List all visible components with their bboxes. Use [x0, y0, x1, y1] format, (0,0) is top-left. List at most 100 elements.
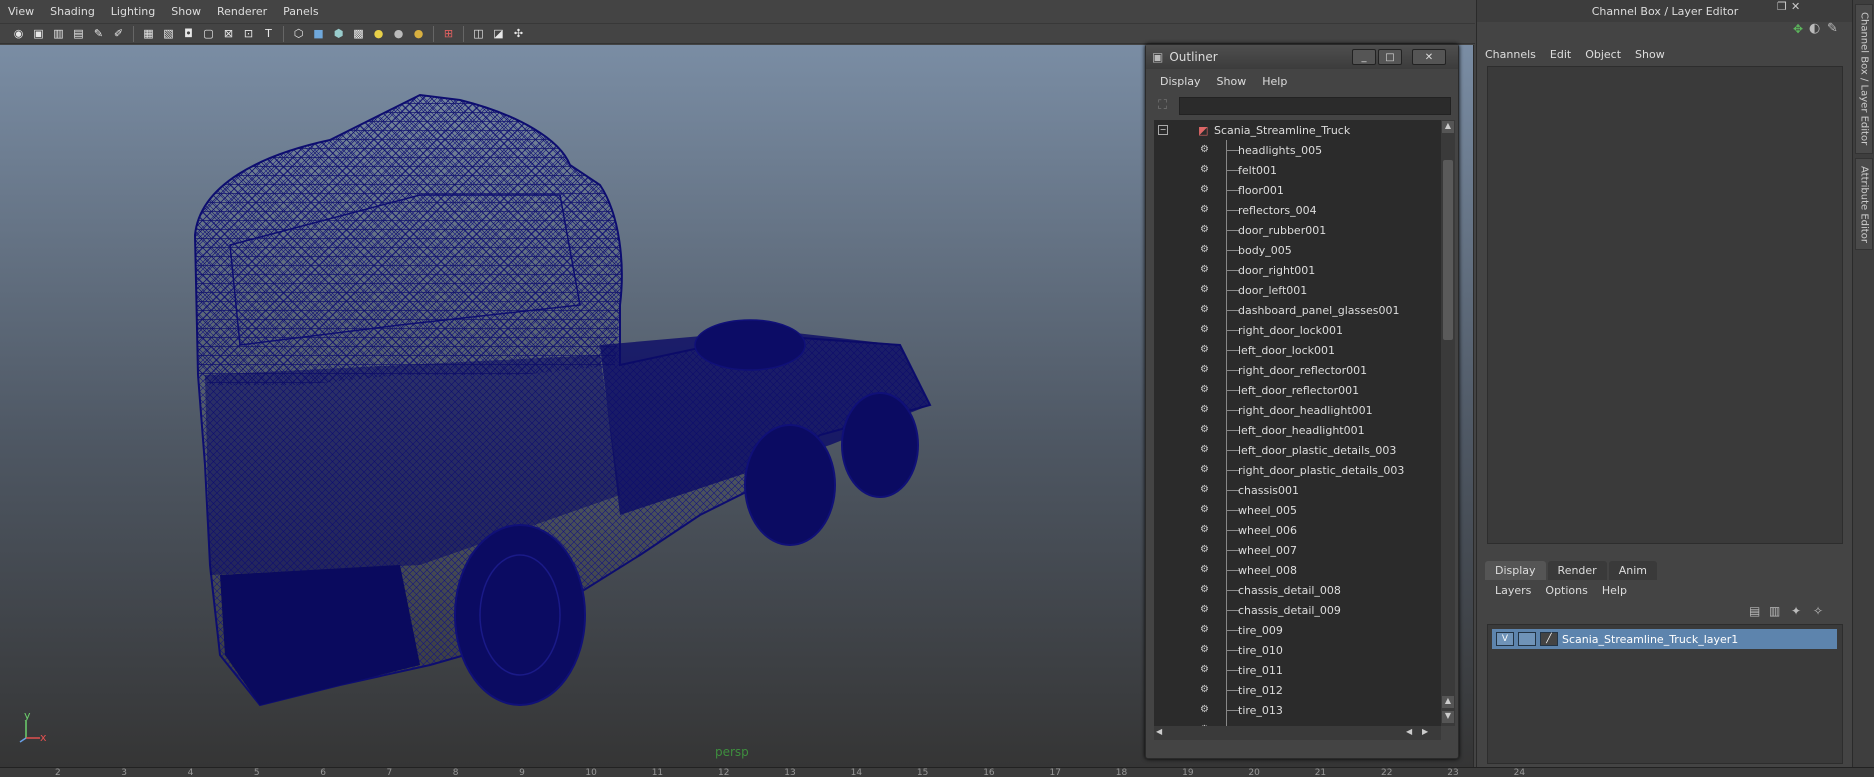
- menu-help[interactable]: Help: [1602, 584, 1627, 597]
- scroll-right-left-icon[interactable]: ◀: [1406, 727, 1418, 739]
- tree-item-row[interactable]: ⚙ tire_013: [1154, 700, 1441, 720]
- isolate-select-icon[interactable]: ⊞: [440, 26, 457, 42]
- menu-panels[interactable]: Panels: [275, 5, 326, 18]
- select-camera-icon[interactable]: ◉: [10, 26, 27, 42]
- collapse-icon[interactable]: −: [1158, 125, 1168, 135]
- tree-item-row[interactable]: ⚙ floor001: [1154, 180, 1441, 200]
- grease-pencil-icon[interactable]: ✐: [110, 26, 127, 42]
- tree-item-row[interactable]: ⚙ body_005: [1154, 240, 1441, 260]
- scroll-left-icon[interactable]: ◀: [1156, 727, 1168, 739]
- tree-item-row[interactable]: ⚙ right_door_headlight001: [1154, 400, 1441, 420]
- wireframe-icon[interactable]: ⬡: [290, 26, 307, 42]
- ambient-occlusion-icon[interactable]: ●: [410, 26, 427, 42]
- scroll-thumb[interactable]: [1443, 160, 1453, 340]
- resolution-gate-icon[interactable]: ◘: [180, 26, 197, 42]
- outliner-filter-input[interactable]: [1179, 97, 1451, 115]
- tree-item-row[interactable]: ⚙ door_left001: [1154, 280, 1441, 300]
- scroll-bottom-icon[interactable]: ▼: [1442, 711, 1454, 723]
- smooth-shade-icon[interactable]: ■: [310, 26, 327, 42]
- safe-action-icon[interactable]: ⊡: [240, 26, 257, 42]
- outliner-tree[interactable]: − ◩ Scania_Streamline_Truck ⚙ headlights_…: [1154, 120, 1441, 726]
- tab-render[interactable]: Render: [1547, 561, 1607, 580]
- tree-item-row[interactable]: ⚙ chassis_detail_009: [1154, 600, 1441, 620]
- tree-item-row[interactable]: ⚙ right_door_lock001: [1154, 320, 1441, 340]
- tab-display[interactable]: Display: [1485, 561, 1546, 580]
- tree-item-row[interactable]: ⚙ left_door_lock001: [1154, 340, 1441, 360]
- tree-item-row[interactable]: ⚙ tire_010: [1154, 640, 1441, 660]
- tab-anim[interactable]: Anim: [1608, 561, 1657, 580]
- scroll-right-icon[interactable]: ▶: [1422, 727, 1434, 739]
- scroll-down-icon[interactable]: ▲: [1442, 696, 1454, 708]
- shadows-icon[interactable]: ●: [390, 26, 407, 42]
- close-button[interactable]: ✕: [1412, 49, 1446, 65]
- xray-active-components-icon[interactable]: ✣: [510, 26, 527, 42]
- menu-lighting[interactable]: Lighting: [103, 5, 163, 18]
- tree-item-row[interactable]: ⚙ door_right001: [1154, 260, 1441, 280]
- menu-edit[interactable]: Edit: [1550, 48, 1571, 61]
- tree-item-row[interactable]: ⚙ wheel_005: [1154, 500, 1441, 520]
- tree-item-row[interactable]: ⚙ tire_009: [1154, 620, 1441, 640]
- tree-item-row[interactable]: ⚙ headlights_005: [1154, 140, 1441, 160]
- tree-item-row[interactable]: ⚙ tire_011: [1154, 660, 1441, 680]
- outliner-horizontal-scrollbar[interactable]: ◀ ◀ ▶: [1154, 726, 1441, 740]
- tree-item-row[interactable]: ⚙ chassis001: [1154, 480, 1441, 500]
- outliner-menu-show[interactable]: Show: [1209, 75, 1255, 88]
- wireframe-on-shaded-icon[interactable]: ⬢: [330, 26, 347, 42]
- tree-item-row[interactable]: ⚙ reflectors_004: [1154, 200, 1441, 220]
- new-layer-from-selection-icon[interactable]: ✧: [1813, 604, 1823, 618]
- tree-item-row[interactable]: ⚙ chassis_detail_008: [1154, 580, 1441, 600]
- new-layer-icon[interactable]: ✦: [1791, 604, 1801, 618]
- maximize-button[interactable]: □: [1378, 49, 1402, 65]
- close-panel-icon[interactable]: ✕: [1791, 0, 1800, 13]
- tab-attribute-editor[interactable]: Attribute Editor: [1855, 158, 1873, 250]
- layer-row[interactable]: V ╱ Scania_Streamline_Truck_layer1: [1492, 629, 1837, 649]
- menu-renderer[interactable]: Renderer: [209, 5, 275, 18]
- use-all-lights-icon[interactable]: ●: [370, 26, 387, 42]
- pin-icon[interactable]: ✎: [1827, 21, 1838, 36]
- tree-item-row[interactable]: ⚙ dashboard_panel_glasses001: [1154, 300, 1441, 320]
- gate-mask-icon[interactable]: ▢: [200, 26, 217, 42]
- tree-item-row[interactable]: ⚙ left_door_reflector001: [1154, 380, 1441, 400]
- scroll-up-icon[interactable]: ▲: [1442, 121, 1454, 133]
- layer-color-swatch[interactable]: ╱: [1540, 632, 1558, 646]
- tree-item-row[interactable]: ⚙ right_door_plastic_details_003: [1154, 460, 1441, 480]
- menu-show[interactable]: Show: [163, 5, 209, 18]
- channel-box-area[interactable]: [1487, 66, 1843, 544]
- outliner-menu-display[interactable]: Display: [1152, 75, 1209, 88]
- image-plane-icon[interactable]: ▤: [70, 26, 87, 42]
- outliner-window[interactable]: ▣ Outliner _ □ ✕ Display Show Help ⛶ − ◩…: [1145, 44, 1459, 759]
- menu-object[interactable]: Object: [1585, 48, 1621, 61]
- menu-view[interactable]: View: [0, 5, 42, 18]
- minimize-button[interactable]: _: [1352, 49, 1376, 65]
- tab-channel-box[interactable]: Channel Box / Layer Editor: [1855, 4, 1873, 154]
- menu-layers[interactable]: Layers: [1495, 584, 1531, 597]
- layer-type-toggle[interactable]: [1518, 632, 1536, 646]
- menu-channels[interactable]: Channels: [1485, 48, 1536, 61]
- tree-item-row[interactable]: ⚙ wheel_007: [1154, 540, 1441, 560]
- textured-icon[interactable]: ▩: [350, 26, 367, 42]
- menu-show[interactable]: Show: [1635, 48, 1665, 61]
- tree-item-row[interactable]: ⚙ wheel_006: [1154, 520, 1441, 540]
- outliner-menu-help[interactable]: Help: [1254, 75, 1295, 88]
- grid-icon[interactable]: ▦: [140, 26, 157, 42]
- bookmarks-icon[interactable]: ▥: [50, 26, 67, 42]
- tree-item-row[interactable]: ⚙ left_door_plastic_details_003: [1154, 440, 1441, 460]
- outliner-vertical-scrollbar[interactable]: ▲ ▲ ▼: [1441, 120, 1455, 726]
- layer-name[interactable]: Scania_Streamline_Truck_layer1: [1562, 633, 1738, 646]
- float-panel-icon[interactable]: ❐: [1777, 0, 1787, 13]
- tree-item-row[interactable]: ⚙ right_door_reflector001: [1154, 360, 1441, 380]
- layer-visibility-toggle[interactable]: V: [1496, 632, 1514, 646]
- field-chart-icon[interactable]: ⊠: [220, 26, 237, 42]
- film-gate-icon[interactable]: ▧: [160, 26, 177, 42]
- layer-list[interactable]: V ╱ Scania_Streamline_Truck_layer1: [1487, 624, 1843, 764]
- move-layer-up-icon[interactable]: ▤: [1749, 604, 1760, 618]
- 2d-pan-zoom-icon[interactable]: ✎: [90, 26, 107, 42]
- display-icon[interactable]: ◐: [1809, 21, 1820, 36]
- filter-icon[interactable]: ⛶: [1158, 98, 1167, 113]
- tree-item-row[interactable]: ⚙ left_door_headlight001: [1154, 420, 1441, 440]
- tree-root-row[interactable]: − ◩ Scania_Streamline_Truck: [1154, 120, 1441, 140]
- menu-options[interactable]: Options: [1545, 584, 1587, 597]
- camera-attributes-icon[interactable]: ▣: [30, 26, 47, 42]
- outliner-titlebar[interactable]: ▣ Outliner _ □ ✕: [1146, 45, 1458, 69]
- tree-item-row[interactable]: ⚙ door_rubber001: [1154, 220, 1441, 240]
